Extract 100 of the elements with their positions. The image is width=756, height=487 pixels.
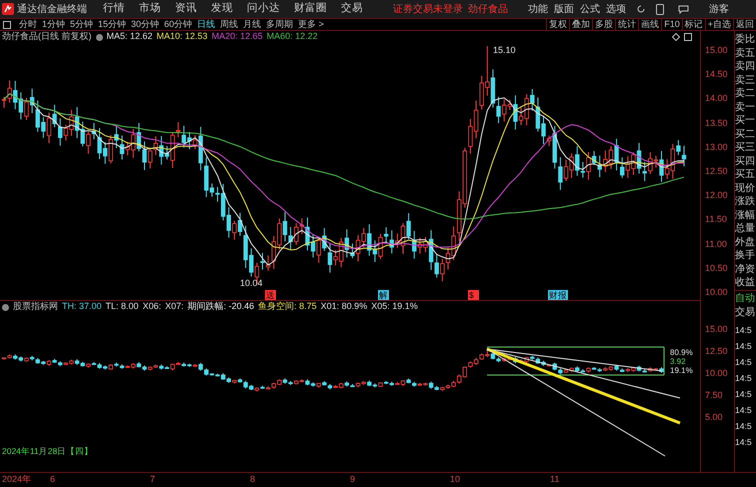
stock-name: 劲仔食品 — [468, 2, 508, 16]
moving-average-value: MA60: 12.22 — [266, 30, 318, 44]
date-axis-label: 2024年 — [1, 473, 32, 486]
price-axis-label: 11.00 — [704, 238, 728, 250]
event-tag[interactable]: 财报 — [548, 290, 568, 300]
menu-item[interactable]: 市场 — [139, 1, 161, 17]
period-tab[interactable]: 月线 — [243, 18, 262, 32]
price-axis-label: 13.00 — [704, 142, 729, 154]
quote-label: 收益 — [735, 276, 756, 290]
tool-button[interactable]: 多股 — [592, 18, 616, 32]
indicator-value: TL: 8.00 — [106, 300, 139, 314]
menu-item[interactable]: 交易 — [341, 1, 363, 17]
tool-button[interactable]: 画线 — [638, 18, 662, 32]
tool-button[interactable]: 叠加 — [569, 18, 592, 32]
chart-title: 劲仔食品(日线 前复权) — [2, 30, 92, 44]
price-axis-label: 14.50 — [704, 69, 729, 82]
trade-time: 14:5 — [735, 324, 753, 336]
quote-label: 卖一 — [735, 100, 756, 114]
tool-button[interactable]: F10 — [661, 18, 682, 32]
menu-item[interactable]: 问小达 — [247, 1, 280, 17]
menu-item[interactable]: 行情 — [103, 1, 125, 17]
date-axis-label: 9 — [350, 473, 356, 486]
login-notice[interactable]: 证券交易未登录 — [393, 2, 463, 16]
price-axis-label: 13.50 — [704, 118, 729, 130]
price-axis-label: 10.50 — [704, 262, 729, 275]
value-label: 3.92 — [670, 357, 686, 366]
trade-time: 14:5 — [735, 388, 753, 400]
indicator-axis-label: 5.00 — [704, 412, 724, 424]
high-price-label: 15.10 — [493, 45, 516, 55]
moving-average-value: MA10: 12.53 — [156, 30, 208, 44]
period-tab[interactable]: 5分钟 — [70, 18, 94, 32]
percent-label: 19.1% — [670, 366, 693, 375]
period-tab[interactable]: 日线 — [197, 18, 216, 32]
indicator-axis-label: 10.00 — [704, 368, 729, 380]
trade-time: 14:5 — [735, 356, 753, 368]
period-tab[interactable]: 60分钟 — [164, 18, 192, 32]
event-tag[interactable]: 送 — [265, 290, 276, 300]
quote-label: 买四 — [735, 154, 756, 168]
period-tab[interactable]: 15分钟 — [98, 18, 126, 32]
price-axis-label: 11.50 — [704, 214, 728, 226]
action-menu-item[interactable]: 选项 — [606, 2, 626, 16]
indicator-value: TH: 37.00 — [62, 300, 102, 314]
date-axis-label: 10 — [450, 473, 462, 486]
tool-button[interactable]: +自选 — [704, 18, 733, 32]
menu-item[interactable]: 发现 — [211, 1, 233, 17]
action-menu-item[interactable]: 公式 — [580, 2, 600, 16]
quote-label: 涨跌 — [735, 195, 756, 208]
tool-button[interactable]: 返回 — [733, 18, 756, 32]
quote-label: 换手 — [735, 249, 756, 262]
quote-label: 卖五 — [735, 46, 756, 60]
indicator-name: 股票指标网 — [13, 300, 58, 314]
trade-time: 14:5 — [735, 404, 753, 416]
period-tab[interactable]: 30分钟 — [131, 18, 160, 32]
action-menu-item[interactable]: 版面 — [554, 2, 574, 16]
trade-time: 14:5 — [735, 372, 753, 384]
menu-item[interactable]: 财富圈 — [294, 1, 327, 17]
moving-average-value: MA20: 12.65 — [212, 30, 263, 44]
quote-label: 卖四 — [735, 60, 756, 74]
quote-label: 涨幅 — [735, 208, 756, 222]
price-axis-label: 10.00 — [704, 286, 729, 299]
quote-label: 外盘 — [735, 236, 756, 249]
event-tag[interactable]: 解 — [378, 290, 389, 300]
event-tag[interactable]: $ — [468, 290, 479, 300]
trade-label[interactable]: 交易 — [735, 306, 756, 322]
date-axis-label: 7 — [150, 473, 156, 486]
period-tab[interactable]: 周线 — [220, 18, 238, 32]
user-name[interactable]: 游客 — [709, 2, 729, 16]
moving-average-value: MA5: 12.62 — [106, 30, 153, 44]
period-tab[interactable]: 1分钟 — [42, 18, 66, 32]
trade-time: 14:5 — [735, 420, 753, 432]
indicator-value: X05: 19.1% — [371, 300, 418, 314]
date-axis-label: 11 — [550, 473, 560, 486]
date-axis-label: 6 — [50, 473, 56, 486]
quote-label: 买二 — [735, 128, 756, 141]
quote-label: 净资 — [735, 262, 756, 276]
quote-label: 买一 — [735, 114, 756, 128]
price-axis-label: 14.00 — [704, 93, 729, 106]
indicator-value: 期间跌幅: -20.46 — [188, 300, 254, 314]
quote-label: 现价 — [735, 182, 756, 195]
indicator-value: X07: — [165, 300, 184, 314]
quote-label: 卖三 — [735, 74, 756, 87]
tool-button[interactable]: 复权 — [546, 18, 570, 32]
quote-label: 委比 — [735, 33, 756, 46]
tool-button[interactable]: 统计 — [615, 18, 638, 32]
indicator-value: 鱼身空间: 8.75 — [258, 300, 317, 314]
period-tab[interactable]: 更多 > — [298, 18, 324, 32]
quote-label: 总量 — [735, 222, 756, 236]
auto-label[interactable]: 自动 — [735, 290, 756, 306]
low-price-label: 10.04 — [240, 278, 263, 288]
quote-label: 买三 — [735, 141, 756, 154]
tool-button[interactable]: 标记 — [682, 18, 705, 32]
price-axis-label: 12.50 — [704, 166, 729, 178]
indicator-axis-label: 7.50 — [704, 390, 724, 402]
trade-time: 14:5 — [735, 436, 753, 448]
app-title: 通达信金融终端 — [17, 2, 87, 16]
indicator-value: X01: 80.9% — [320, 300, 368, 314]
period-tab[interactable]: 分时 — [19, 18, 37, 32]
period-tab[interactable]: 多周期 — [266, 18, 294, 32]
action-menu-item[interactable]: 功能 — [528, 2, 548, 16]
menu-item[interactable]: 资讯 — [175, 1, 197, 17]
